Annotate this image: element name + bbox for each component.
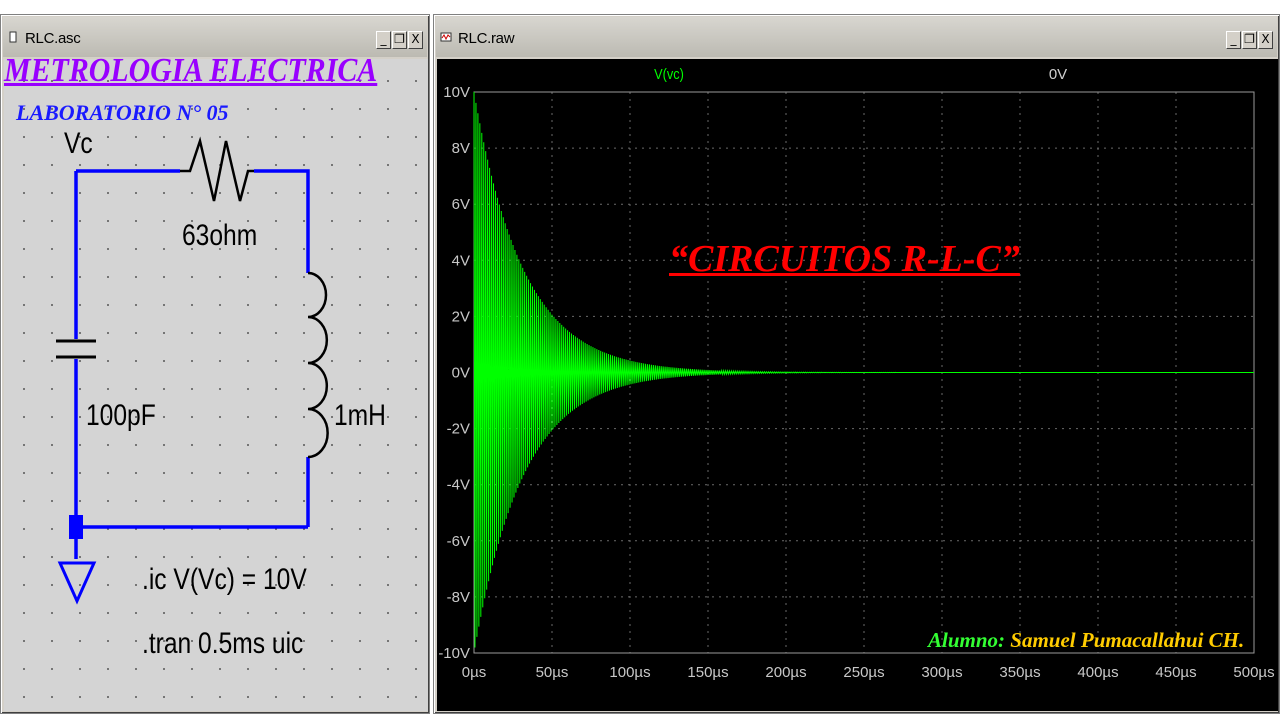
restore-button[interactable]: ❐ [1242,31,1257,49]
x-tick-label: 200µs [765,664,806,681]
y-tick-label: 0V [452,365,470,382]
inductor-symbol [307,271,329,459]
lab-title: LABORATORIO N° 05 [16,100,229,125]
minimize-button[interactable]: _ [376,31,391,49]
x-tick-label: 450µs [1155,664,1196,681]
student-label: Alumno: [928,628,1006,652]
inductor-value: 1mH [334,399,386,432]
x-tick-label: 500µs [1233,664,1274,681]
y-tick-label: -10V [438,645,470,662]
capacitor-value: 100pF [86,399,156,432]
resistor-symbol [180,136,254,202]
y-tick-label: -6V [447,533,470,550]
x-tick-label: 150µs [687,664,728,681]
plot-pane[interactable]: V(vc) 0V 10V 8V 6V 4V 2V 0V -2V -4V -6V -8V -10V 0µ… [437,59,1278,711]
tran-directive: .tran 0.5ms uic [142,627,304,660]
trace-vc [473,91,1254,648]
schematic-file-icon [9,31,17,43]
node-junction [69,515,83,539]
close-button[interactable]: X [408,31,423,49]
schematic-titlebar[interactable]: RLC.asc _ ❐ X [3,17,427,57]
x-tick-label: 100µs [609,664,650,681]
x-tick-label: 50µs [536,664,569,681]
wire-top-right [254,169,310,273]
ic-directive: .ic V(Vc) = 10V [142,563,307,596]
y-tick-label: -4V [447,477,470,494]
waveform-chart[interactable]: V(vc) 0V 10V 8V 6V 4V 2V 0V -2V -4V -6V -8V -10V 0µ… [437,59,1278,711]
waveform-titlebar[interactable]: RLC.raw _ ❐ X [436,17,1277,57]
y-tick-label: -8V [447,589,470,606]
y-tick-label: 10V [443,84,470,101]
x-tick-label: 350µs [999,664,1040,681]
x-tick-label: 0µs [462,664,487,681]
y-tick-label: 4V [452,252,470,269]
ground-symbol [57,561,97,605]
capacitor-symbol [56,339,96,359]
student-credit: Alumno: Samuel Pumacallahui CH. [928,628,1244,653]
resistor-value: 63ohm [182,219,258,252]
schematic-window-title: RLC.asc [25,30,81,47]
y-tick-label: 8V [452,140,470,157]
course-title: METROLOGIA ELECTRICA [4,52,378,89]
y-tick-label: 2V [452,308,470,325]
circuit-title: “CIRCUITOS R-L-C” [669,238,1020,280]
y-tick-label: 6V [452,196,470,213]
minimize-button[interactable]: _ [1226,31,1241,49]
wire-left-bottom [74,359,308,529]
x-tick-label: 300µs [921,664,962,681]
restore-button[interactable]: ❐ [392,31,407,49]
close-button[interactable]: X [1258,31,1273,49]
waveform-file-icon [440,32,452,42]
waveform-window-title: RLC.raw [458,30,515,47]
trace-label-vc[interactable]: V(vc) [654,65,684,82]
y-tick-label: -2V [447,421,470,438]
node-label-vc: Vc [64,127,93,160]
cursor-readout: 0V [1049,66,1067,83]
x-tick-label: 250µs [843,664,884,681]
waveform-window[interactable]: RLC.raw _ ❐ X V(vc) 0V 10V 8V 6V 4V 2V 0V -2V -… [433,14,1280,714]
schematic-canvas[interactable]: Vc 63ohm 100pF 1mH .ic V(Vc) = 10V .tran… [4,59,428,711]
student-name: Samuel Pumacallahui CH. [1010,628,1245,652]
x-tick-label: 400µs [1077,664,1118,681]
